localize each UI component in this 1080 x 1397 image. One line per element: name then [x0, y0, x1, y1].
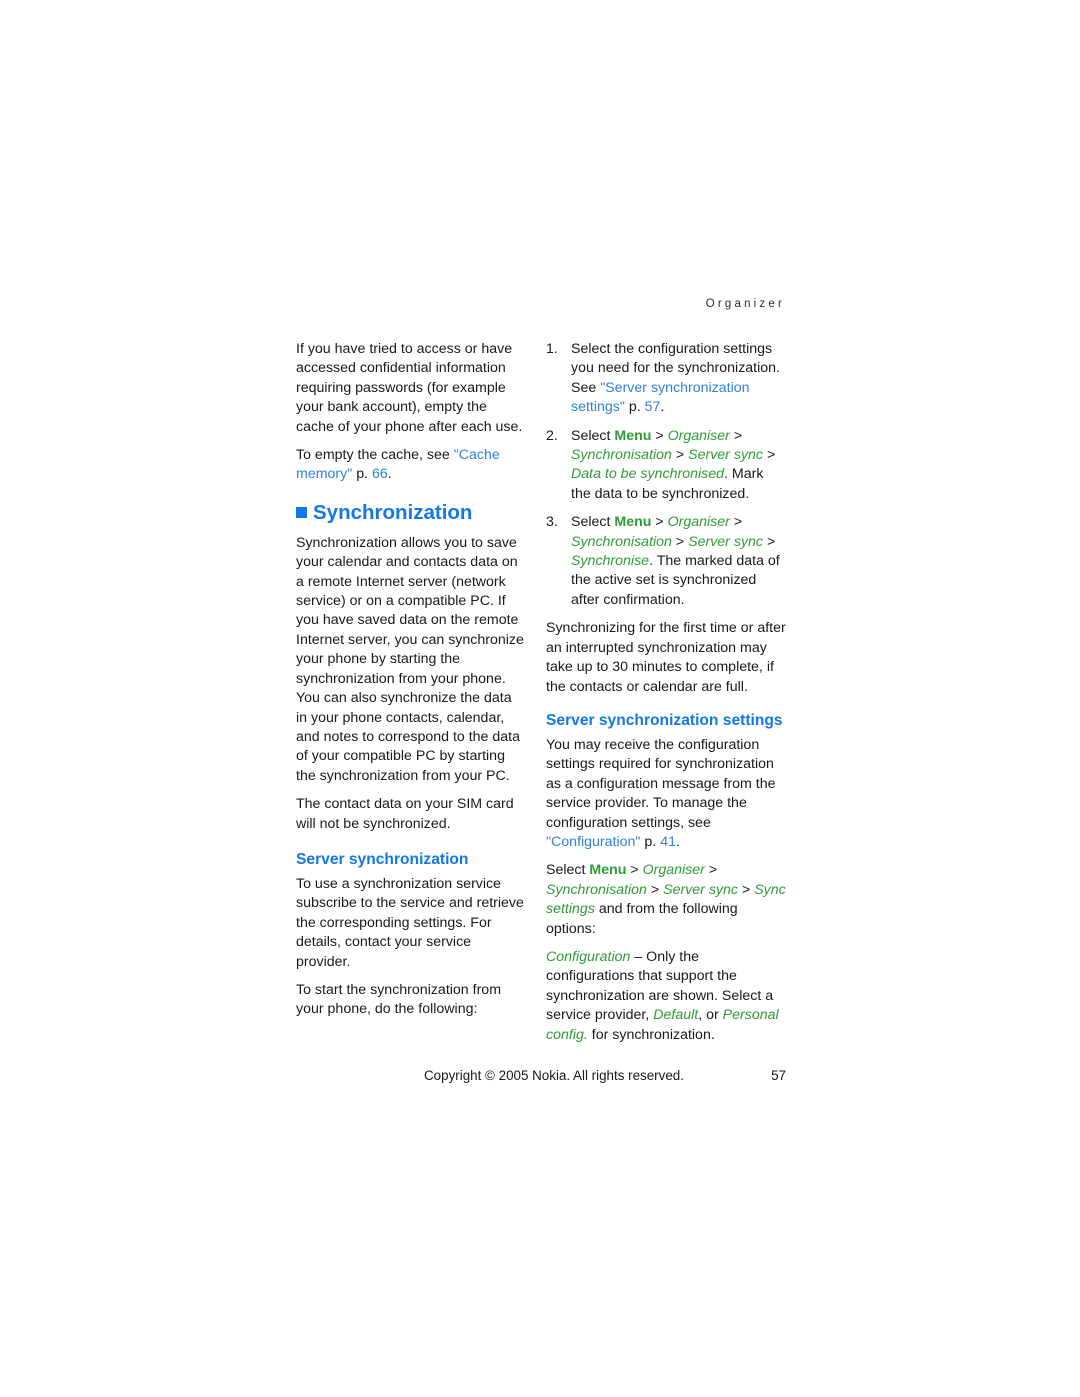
subheading-server-synchronization-settings: Server synchronization settings: [546, 711, 783, 729]
text-post: .: [675, 833, 680, 850]
menu-path-item: Data to be synchronised: [571, 466, 725, 483]
step-number: 2.: [546, 427, 558, 444]
text-pre: You may receive the configuration settin…: [546, 736, 776, 831]
document-page: Organizer If you have tried to access or…: [296, 298, 786, 1054]
menu-path-item: Synchronisation: [546, 881, 647, 898]
step-text-pre: Select: [571, 427, 615, 444]
option-value-default: Default: [653, 1007, 699, 1024]
list-item: 1. Select the configuration settings you …: [546, 340, 786, 418]
numbered-steps-list: 1. Select the configuration settings you …: [546, 340, 786, 610]
menu-label: Menu: [614, 514, 652, 531]
menu-label: Menu: [589, 862, 627, 879]
paragraph-sync-intro: Synchronization allows you to save your …: [296, 534, 524, 784]
text-mid: p.: [352, 466, 372, 483]
paragraph-configuration-option: Configuration – Only the configurations …: [546, 948, 786, 1045]
menu-path-item: Organiser: [667, 514, 730, 531]
menu-path-item: Organiser: [642, 862, 705, 879]
text-mid: p.: [640, 833, 661, 850]
page-ref-41[interactable]: 41: [660, 834, 676, 850]
text-pre: To empty the cache, see: [296, 447, 454, 464]
option-term-configuration: Configuration: [546, 948, 631, 965]
chapter-heading-synchronization: Synchronization: [296, 501, 525, 525]
paragraph-first-time: Synchronizing for the first time or afte…: [546, 620, 786, 695]
step-text-pre: Select: [571, 514, 615, 531]
menu-path-item: Server sync: [663, 881, 739, 898]
paragraph-receive-config: You may receive the configuration settin…: [546, 736, 786, 852]
menu-path-item: Server sync: [688, 447, 764, 464]
text-post: .: [387, 466, 392, 483]
step-number: 1.: [546, 341, 558, 357]
subheading-server-synchronization: Server synchronization: [296, 850, 469, 868]
text-mid: , or: [698, 1007, 723, 1024]
menu-path-item: Synchronise: [571, 553, 650, 570]
menu-path-item: Server sync: [688, 533, 764, 550]
left-column: If you have tried to access or have acce…: [296, 340, 525, 1029]
link-configuration[interactable]: "Configuration": [546, 834, 640, 850]
step-text-mid: p.: [624, 399, 645, 416]
page-number: 57: [771, 1068, 786, 1083]
paragraph-empty-cache: To empty the cache, see "Cache memory" p…: [296, 446, 525, 485]
menu-label: Menu: [614, 427, 652, 444]
paragraph-subscribe: To use a synchronization service subscri…: [296, 875, 524, 970]
paragraph-to-start: To start the synchronization from your p…: [296, 981, 502, 1018]
page-ref-57[interactable]: 57: [645, 399, 661, 415]
menu-path-item: Organiser: [667, 427, 730, 444]
menu-path-item: Synchronisation: [571, 447, 672, 464]
right-column: 1. Select the configuration settings you …: [546, 340, 786, 1054]
step-number: 3.: [546, 514, 558, 531]
paragraph-sim-note: The contact data on your SIM card will n…: [296, 796, 514, 832]
page-ref-66[interactable]: 66: [372, 466, 388, 482]
text-pre: Select: [546, 862, 590, 879]
menu-path-item: Synchronisation: [571, 533, 672, 550]
list-item: 2. Select Menu > Organiser > Synchronisat…: [546, 427, 776, 502]
square-bullet-icon: [296, 507, 307, 519]
running-head: Organizer: [705, 298, 785, 310]
text-post: for synchronization.: [587, 1026, 715, 1043]
list-item: 3. Select Menu > Organiser > Synchronisat…: [546, 514, 780, 608]
step-text-post: .: [660, 399, 665, 416]
two-column-body: If you have tried to access or have acce…: [296, 340, 786, 1054]
page-footer: Copyright © 2005 Nokia. All rights reser…: [296, 1068, 786, 1083]
copyright-notice: Copyright © 2005 Nokia. All rights reser…: [424, 1068, 684, 1083]
chapter-heading-label: Synchronization: [313, 500, 473, 524]
paragraph-select-sync-settings: Select Menu > Organiser > Synchronisatio…: [546, 862, 786, 937]
paragraph-cache-warning: If you have tried to access or have acce…: [296, 341, 523, 435]
